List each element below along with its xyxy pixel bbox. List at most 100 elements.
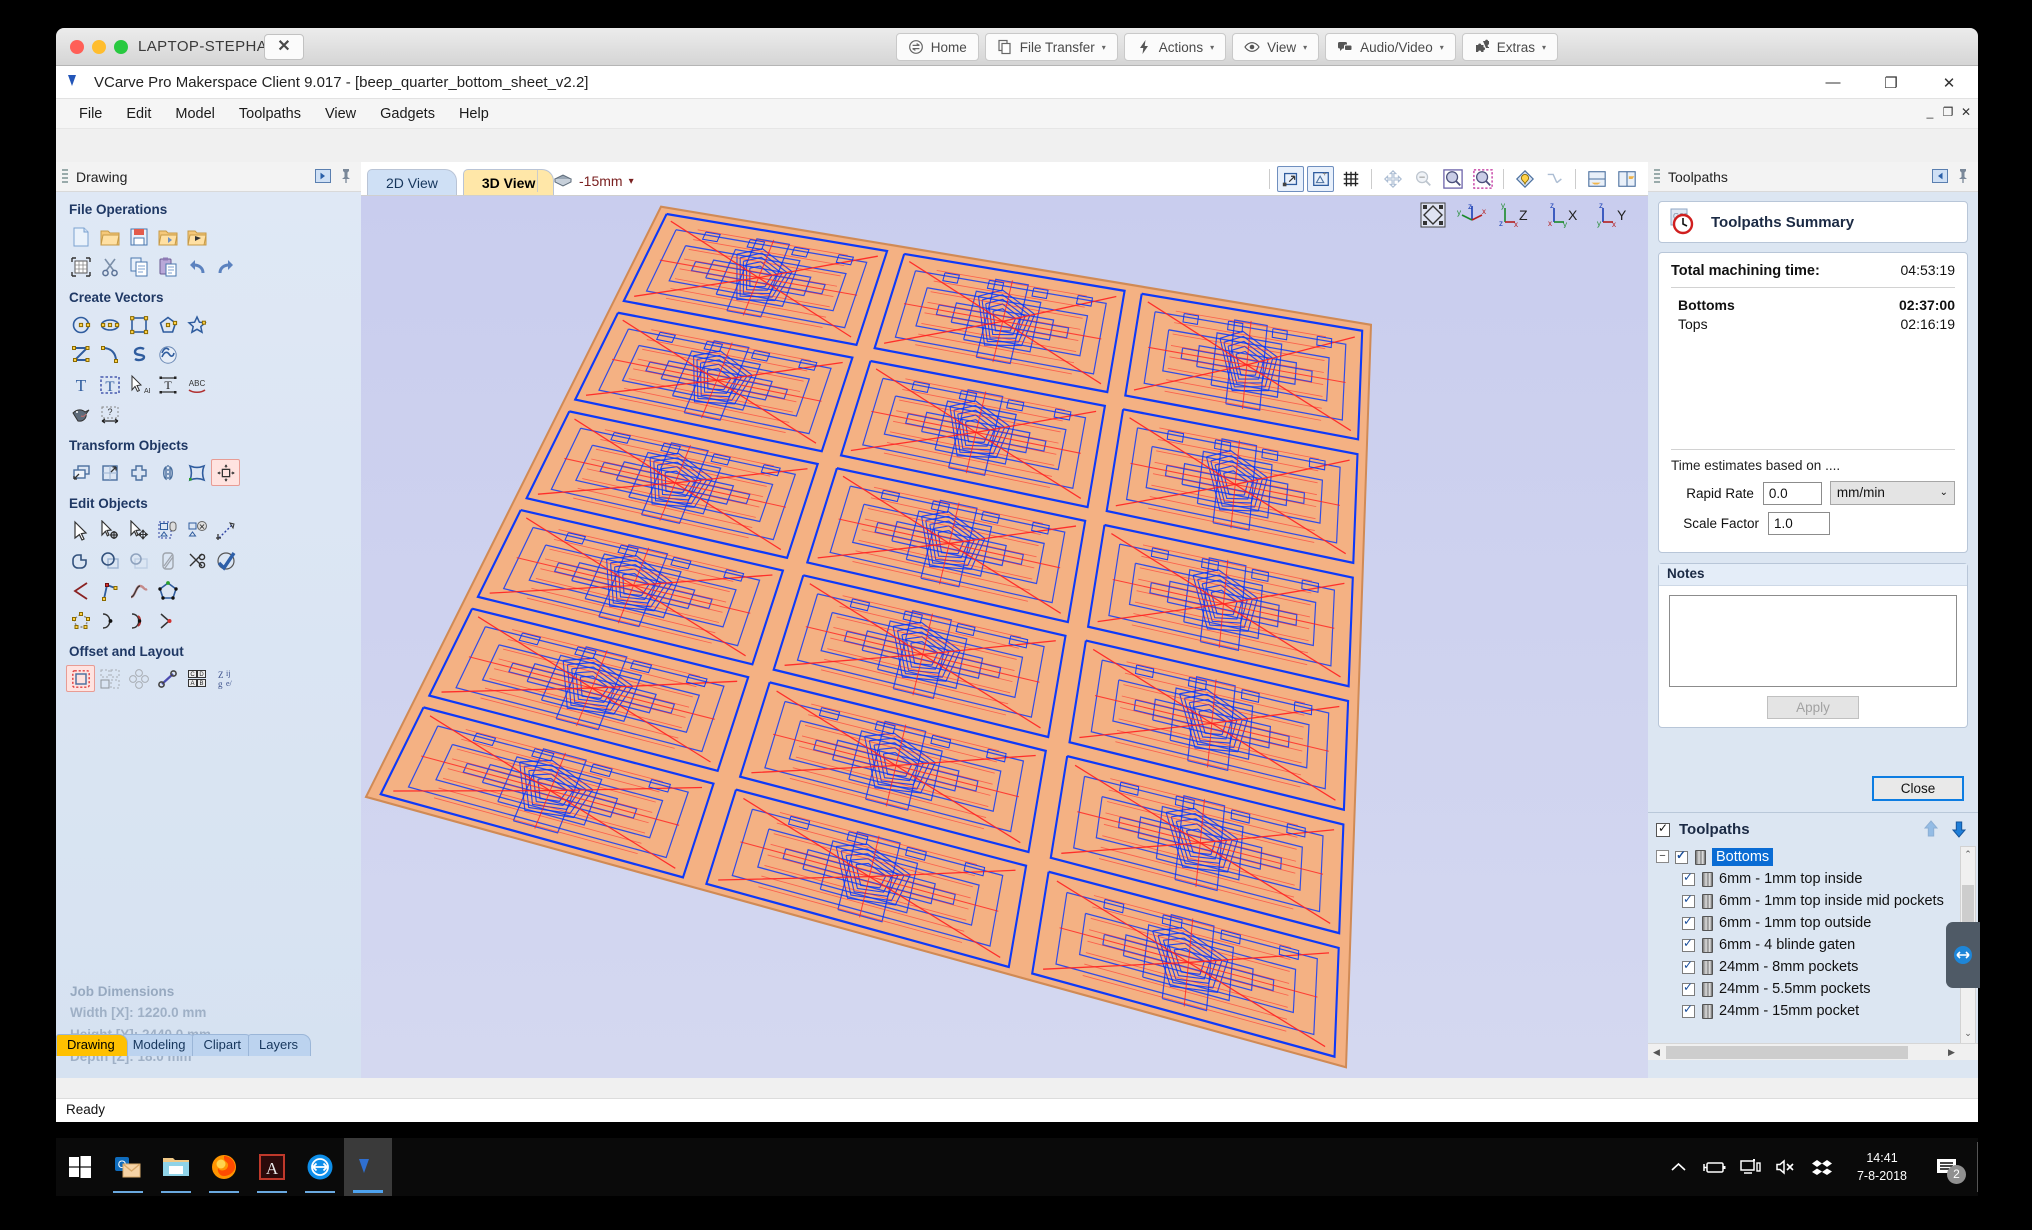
dimension-tool-icon[interactable]: ? [95, 401, 124, 428]
move-objects-icon[interactable] [66, 459, 95, 486]
pan-view-icon[interactable] [1379, 166, 1406, 192]
scroll-down-icon[interactable]: ⌄ [1961, 1026, 1975, 1041]
pin-panel-icon[interactable] [337, 167, 355, 185]
toolpath-preview-icon[interactable] [1541, 166, 1568, 192]
toolpaths-visibility-checkbox[interactable] [1656, 821, 1670, 837]
polyline-tool-icon[interactable] [66, 341, 95, 368]
mdi-restore-button[interactable]: ❐ [1940, 103, 1956, 121]
trace-bitmap-icon[interactable] [66, 401, 95, 428]
scissors-trim-icon[interactable] [182, 547, 211, 574]
show-hidden-icons-icon[interactable] [1660, 1138, 1696, 1196]
rapid-rate-units-select[interactable]: mm/min ⌄ [1829, 481, 1955, 505]
pin-panel-icon[interactable] [1954, 167, 1972, 185]
xyz-axis-icon[interactable]: z y x [1455, 202, 1489, 228]
insert-node-icon[interactable] [153, 607, 182, 634]
measure-icon[interactable] [211, 517, 240, 544]
network-icon[interactable] [1732, 1138, 1768, 1196]
tree-expand-toggle[interactable]: − [1656, 850, 1669, 863]
select-pointer-icon[interactable] [66, 517, 95, 544]
fill-vectors-icon[interactable] [153, 547, 182, 574]
tree-row[interactable]: 6mm - 1mm top inside [1648, 868, 1978, 890]
ungroup-objects-icon[interactable]: ✕ [182, 517, 211, 544]
open-file-icon[interactable] [95, 223, 124, 250]
break-vector-icon[interactable] [95, 607, 124, 634]
notes-textarea[interactable] [1669, 595, 1957, 687]
trim-vectors-icon[interactable] [124, 547, 153, 574]
taskbar-clock[interactable]: 14:41 7-8-2018 [1840, 1138, 1924, 1196]
create-text-icon[interactable]: T [66, 371, 95, 398]
window-minimize-button[interactable]: — [1804, 66, 1862, 99]
join-vectors-icon[interactable] [66, 577, 95, 604]
menu-model[interactable]: Model [164, 103, 226, 125]
block-copy-icon[interactable] [153, 665, 182, 692]
apply-button[interactable]: Apply [1767, 696, 1859, 719]
remote-actions-button[interactable]: Actions ▾ [1123, 33, 1227, 61]
toolpath-checkbox[interactable] [1682, 892, 1695, 908]
move-node-icon[interactable] [124, 517, 153, 544]
zoom-out-icon[interactable] [1409, 166, 1436, 192]
toggle-shading-icon[interactable] [1511, 166, 1538, 192]
panel-grip-icon[interactable] [1654, 168, 1660, 185]
dropbox-icon[interactable] [1804, 1138, 1840, 1196]
z-top-view-icon[interactable]: y x z Z [1498, 202, 1538, 228]
paste-icon[interactable] [153, 253, 182, 280]
rapid-rate-input[interactable]: 0.0 [1762, 481, 1822, 505]
plate-layout-icon[interactable]: CDAB [182, 665, 211, 692]
text-on-curve-icon[interactable]: T [153, 371, 182, 398]
traffic-light-minimize-icon[interactable] [92, 40, 106, 54]
toolpath-checkbox[interactable] [1682, 914, 1695, 930]
move-up-icon[interactable] [1920, 818, 1942, 840]
edit-text-icon[interactable]: T [95, 371, 124, 398]
taskbar-file-explorer[interactable] [152, 1138, 200, 1196]
tree-row[interactable]: 24mm - 5.5mm pockets [1648, 978, 1978, 1000]
polygon-tool-icon[interactable] [153, 311, 182, 338]
group-objects-icon[interactable] [153, 517, 182, 544]
toolpaths-horizontal-scrollbar[interactable]: ◀ ▶ [1648, 1043, 1978, 1060]
tree-row[interactable]: 24mm - 15mm pocket [1648, 1000, 1978, 1022]
tab-3d-view[interactable]: 3D View [462, 169, 555, 195]
tab-modeling[interactable]: Modeling [121, 1034, 199, 1056]
tree-row[interactable]: 6mm - 4 blinde gaten [1648, 934, 1978, 956]
remote-home-button[interactable]: Home [895, 33, 979, 61]
save-file-icon[interactable] [124, 223, 153, 250]
x-side-view-icon[interactable]: z y x X [1547, 202, 1587, 228]
traffic-light-close-icon[interactable] [70, 40, 84, 54]
tree-row[interactable]: 6mm - 1mm top outside [1648, 912, 1978, 934]
copy-icon[interactable] [124, 253, 153, 280]
iso-view-icon[interactable] [1420, 202, 1446, 228]
undo-icon[interactable] [182, 253, 211, 280]
toolpath-checkbox[interactable] [1675, 848, 1688, 864]
split-view-layout-icon[interactable] [1613, 166, 1640, 192]
mdi-minimize-button[interactable]: _ [1922, 103, 1938, 121]
zoom-to-selection-icon[interactable] [1277, 166, 1304, 192]
taskbar-vcarve-pro[interactable] [344, 1138, 392, 1196]
cut-vector-icon[interactable] [124, 607, 153, 634]
menu-toolpaths[interactable]: Toolpaths [228, 103, 312, 125]
nesting-icon[interactable] [95, 665, 124, 692]
arc-tool-icon[interactable] [95, 341, 124, 368]
menu-edit[interactable]: Edit [115, 103, 162, 125]
node-edit-icon[interactable] [95, 517, 124, 544]
text-selection-icon[interactable]: AB [124, 371, 153, 398]
circle-tool-icon[interactable] [66, 311, 95, 338]
close-vector-icon[interactable] [153, 577, 182, 604]
volume-muted-icon[interactable] [1768, 1138, 1804, 1196]
job-setup-icon[interactable] [66, 253, 95, 280]
taskbar-outlook[interactable]: O [104, 1138, 152, 1196]
toolpaths-summary-card[interactable]: G00 Toolpaths Summary [1658, 201, 1968, 243]
scroll-right-icon[interactable]: ▶ [1943, 1044, 1960, 1060]
draw-curve-icon[interactable] [124, 341, 153, 368]
menu-file[interactable]: File [68, 103, 113, 125]
redo-icon[interactable] [211, 253, 240, 280]
close-session-tab-button[interactable]: ✕ [264, 34, 304, 60]
rectangle-tool-icon[interactable] [124, 311, 153, 338]
taskbar-teamviewer[interactable] [296, 1138, 344, 1196]
rotate-objects-icon[interactable] [124, 459, 153, 486]
star-tool-icon[interactable] [182, 311, 211, 338]
array-copy-icon[interactable] [124, 665, 153, 692]
start-button[interactable] [56, 1138, 104, 1196]
toolpath-checkbox[interactable] [1682, 936, 1695, 952]
y-front-view-icon[interactable]: z x y Y [1596, 202, 1636, 228]
toolpath-checkbox[interactable] [1682, 870, 1695, 886]
distort-objects-icon[interactable] [182, 459, 211, 486]
